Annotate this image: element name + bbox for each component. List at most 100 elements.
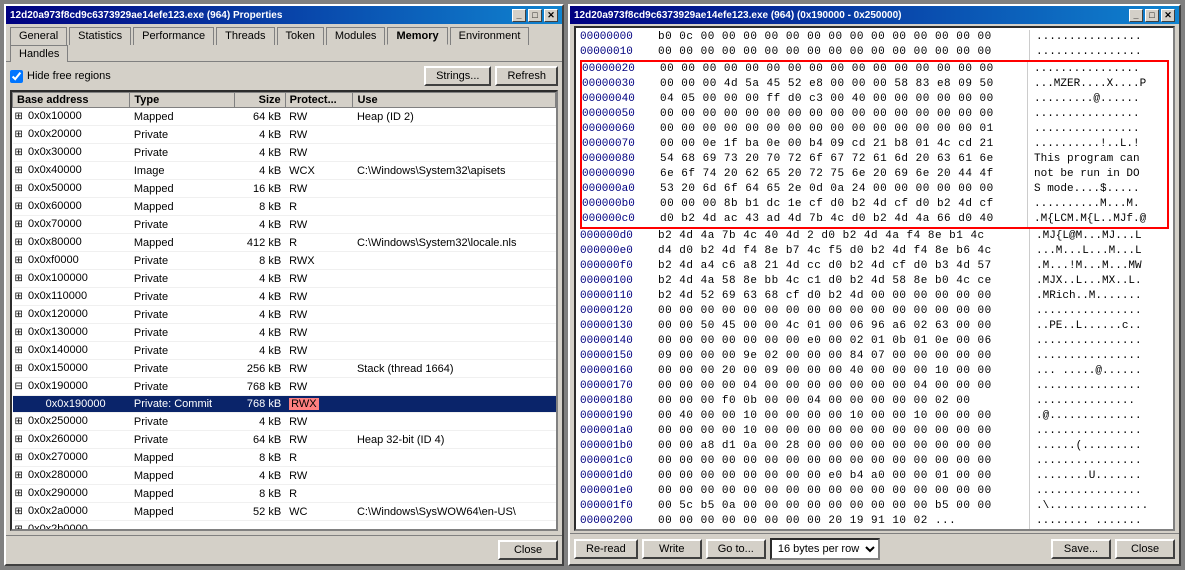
expand-btn[interactable]: ⊞ <box>15 183 23 194</box>
bytes-per-row-select[interactable]: 16 bytes per row8 bytes per row32 bytes … <box>770 538 880 560</box>
hex-line[interactable]: 0000004004 05 00 00 00 ff d0 c3 00 40 00… <box>582 92 1167 107</box>
expand-btn[interactable]: ⊞ <box>15 345 23 356</box>
right-bottom-close-button[interactable]: Close <box>1115 539 1175 559</box>
minimize-button[interactable]: _ <box>512 9 526 22</box>
expand-btn[interactable]: ⊞ <box>15 219 23 230</box>
table-row[interactable]: ⊞ 0x0x130000Private4 kBRW <box>13 324 556 342</box>
hex-line[interactable]: 000001a000 00 00 00 10 00 00 00 00 00 00… <box>580 424 1169 439</box>
hex-line[interactable]: 0000019000 40 00 00 10 00 00 00 00 10 00… <box>580 409 1169 424</box>
hex-line[interactable]: 0000013000 00 50 45 00 00 4c 01 00 06 96… <box>580 319 1169 334</box>
hex-line[interactable]: 0000005000 00 00 00 00 00 00 00 00 00 00… <box>582 107 1167 122</box>
table-row[interactable]: ⊞ 0x0x2b0000 <box>13 521 556 532</box>
table-row[interactable]: ⊞ 0x0x270000Mapped8 kBR <box>13 449 556 467</box>
table-row[interactable]: ⊞ 0x0x30000Private4 kBRW <box>13 144 556 162</box>
expand-btn[interactable]: ⊞ <box>15 327 23 338</box>
table-row[interactable]: ⊞ 0x0x80000Mapped412 kBRC:\Windows\Syste… <box>13 234 556 252</box>
hex-line[interactable]: 0000015009 00 00 00 9e 02 00 00 00 84 07… <box>580 349 1169 364</box>
hex-line[interactable]: 000001b000 00 a8 d1 0a 00 28 00 00 00 00… <box>580 439 1169 454</box>
hex-line[interactable]: 0000007000 00 0e 1f ba 0e 00 b4 09 cd 21… <box>582 137 1167 152</box>
expand-btn[interactable]: ⊞ <box>15 309 23 320</box>
hex-line[interactable]: 000000b000 00 00 8b b1 dc 1e cf d0 b2 4d… <box>582 197 1167 212</box>
tab-performance[interactable]: Performance <box>133 27 214 45</box>
table-row[interactable]: ⊟ 0x0x190000Private768 kBRW <box>13 378 556 396</box>
tab-handles[interactable]: Handles <box>10 45 68 62</box>
tab-general[interactable]: General <box>10 27 67 45</box>
expand-btn[interactable]: ⊞ <box>15 291 23 302</box>
strings-button[interactable]: Strings... <box>424 66 491 86</box>
tab-modules[interactable]: Modules <box>326 27 386 45</box>
expand-btn[interactable]: ⊞ <box>15 506 23 517</box>
table-row[interactable]: ⊞ 0x0x2a0000Mapped52 kBWCC:\Windows\SysW… <box>13 503 556 521</box>
hex-line[interactable]: 0000002000 00 00 00 00 00 00 00 00 00 00… <box>582 62 1167 77</box>
table-row[interactable]: ⊞ 0x0x260000Private64 kBRWHeap 32-bit (I… <box>13 431 556 449</box>
table-row[interactable]: ⊞ 0x0xf0000Private8 kBRWX <box>13 252 556 270</box>
expand-btn[interactable]: ⊞ <box>15 524 23 531</box>
table-row[interactable]: ⊞ 0x0x10000Mapped64 kBRWHeap (ID 2) <box>13 108 556 126</box>
hex-line[interactable]: 00000110b2 4d 52 69 63 68 cf d0 b2 4d 00… <box>580 289 1169 304</box>
hex-line[interactable]: 0000016000 00 00 20 00 09 00 00 00 40 00… <box>580 364 1169 379</box>
expand-btn[interactable]: ⊞ <box>15 201 23 212</box>
tab-memory[interactable]: Memory <box>387 27 447 45</box>
table-row[interactable]: ⊞ 0x0x150000Private256 kBRWStack (thread… <box>13 360 556 378</box>
hex-line[interactable]: 000000c0d0 b2 4d ac 43 ad 4d 7b 4c d0 b2… <box>582 212 1167 227</box>
expand-btn[interactable]: ⊞ <box>15 237 23 248</box>
table-row[interactable]: ⊞ 0x0x60000Mapped8 kBR <box>13 198 556 216</box>
hex-line[interactable]: 000001f000 5c b5 0a 00 00 00 00 00 00 00… <box>580 499 1169 514</box>
expand-btn[interactable]: ⊞ <box>15 470 23 481</box>
right-close-button[interactable]: ✕ <box>1161 9 1175 22</box>
expand-btn[interactable]: ⊞ <box>15 129 23 140</box>
expand-btn[interactable]: ⊞ <box>15 111 23 122</box>
refresh-button[interactable]: Refresh <box>495 66 558 86</box>
hex-line[interactable]: 000000d0b2 4d 4a 7b 4c 40 4d 2 d0 b2 4d … <box>580 229 1169 244</box>
hex-content[interactable]: 00000000b0 0c 00 00 00 00 00 00 00 00 00… <box>574 26 1175 531</box>
expand-btn[interactable]: ⊞ <box>15 273 23 284</box>
right-minimize-button[interactable]: _ <box>1129 9 1143 22</box>
hex-line[interactable]: 0000014000 00 00 00 00 00 00 e0 00 02 01… <box>580 334 1169 349</box>
table-row[interactable]: ⊞ 0x0x280000Mapped4 kBRW <box>13 467 556 485</box>
tab-environment[interactable]: Environment <box>450 27 530 45</box>
expand-btn[interactable]: ⊞ <box>15 488 23 499</box>
hex-line[interactable]: 000000f0b2 4d a4 c6 a8 21 4d cc d0 b2 4d… <box>580 259 1169 274</box>
tab-token[interactable]: Token <box>277 27 324 45</box>
tab-threads[interactable]: Threads <box>216 27 274 45</box>
expand-btn[interactable]: ⊞ <box>15 452 23 463</box>
hide-free-checkbox[interactable] <box>10 70 23 83</box>
write-button[interactable]: Write <box>642 539 702 559</box>
table-row[interactable]: ⊞ 0x0x50000Mapped16 kBRW <box>13 180 556 198</box>
table-row[interactable]: ⊞ 0x0x110000Private4 kBRW <box>13 288 556 306</box>
goto-button[interactable]: Go to... <box>706 539 766 559</box>
table-row[interactable]: ⊞ 0x0x20000Private4 kBRW <box>13 126 556 144</box>
reread-button[interactable]: Re-read <box>574 539 638 559</box>
hex-line[interactable]: 000001e000 00 00 00 00 00 00 00 00 00 00… <box>580 484 1169 499</box>
hex-line[interactable]: 000001c000 00 00 00 00 00 00 00 00 00 00… <box>580 454 1169 469</box>
table-row[interactable]: ⊞ 0x0x140000Private4 kBRW <box>13 342 556 360</box>
hex-line[interactable]: 0000001000 00 00 00 00 00 00 00 00 00 00… <box>580 45 1169 60</box>
table-row[interactable]: ⊞ 0x0x290000Mapped8 kBR <box>13 485 556 503</box>
table-row[interactable]: 0x0x190000Private: Commit768 kBRWX <box>13 396 556 413</box>
hex-line[interactable]: 0000012000 00 00 00 00 00 00 00 00 00 00… <box>580 304 1169 319</box>
hex-line[interactable]: 0000003000 00 00 4d 5a 45 52 e8 00 00 00… <box>582 77 1167 92</box>
expand-btn[interactable]: ⊞ <box>15 147 23 158</box>
hide-free-regions-label[interactable]: Hide free regions <box>10 70 111 83</box>
table-row[interactable]: ⊞ 0x0x120000Private4 kBRW <box>13 306 556 324</box>
expand-btn[interactable]: ⊞ <box>15 255 23 266</box>
expand-btn[interactable]: ⊞ <box>15 416 23 427</box>
table-row[interactable]: ⊞ 0x0x100000Private4 kBRW <box>13 270 556 288</box>
table-row[interactable]: ⊞ 0x0x40000Image4 kBWCXC:\Windows\System… <box>13 162 556 180</box>
left-close-button[interactable]: Close <box>498 540 558 560</box>
hex-line[interactable]: 0000017000 00 00 00 04 00 00 00 00 00 00… <box>580 379 1169 394</box>
hex-line[interactable]: 0000018000 00 00 f0 0b 00 00 04 00 00 00… <box>580 394 1169 409</box>
hex-line[interactable]: 000000a053 20 6d 6f 64 65 2e 0d 0a 24 00… <box>582 182 1167 197</box>
tab-statistics[interactable]: Statistics <box>69 27 131 45</box>
table-row[interactable]: ⊞ 0x0x70000Private4 kBRW <box>13 216 556 234</box>
expand-btn[interactable]: ⊞ <box>15 434 23 445</box>
table-row[interactable]: ⊞ 0x0x250000Private4 kBRW <box>13 413 556 431</box>
save-button[interactable]: Save... <box>1051 539 1111 559</box>
hex-line[interactable]: 000000e0d4 d0 b2 4d f4 8e b7 4c f5 d0 b2… <box>580 244 1169 259</box>
expand-btn[interactable]: ⊞ <box>15 363 23 374</box>
hex-line[interactable]: 0000006000 00 00 00 00 00 00 00 00 00 00… <box>582 122 1167 137</box>
memory-table-container[interactable]: Base address Type Size Protect... Use ⊞ … <box>10 90 558 531</box>
maximize-button[interactable]: □ <box>528 9 542 22</box>
expand-btn[interactable]: ⊞ <box>15 165 23 176</box>
hex-line[interactable]: 000000906e 6f 74 20 62 65 20 72 75 6e 20… <box>582 167 1167 182</box>
